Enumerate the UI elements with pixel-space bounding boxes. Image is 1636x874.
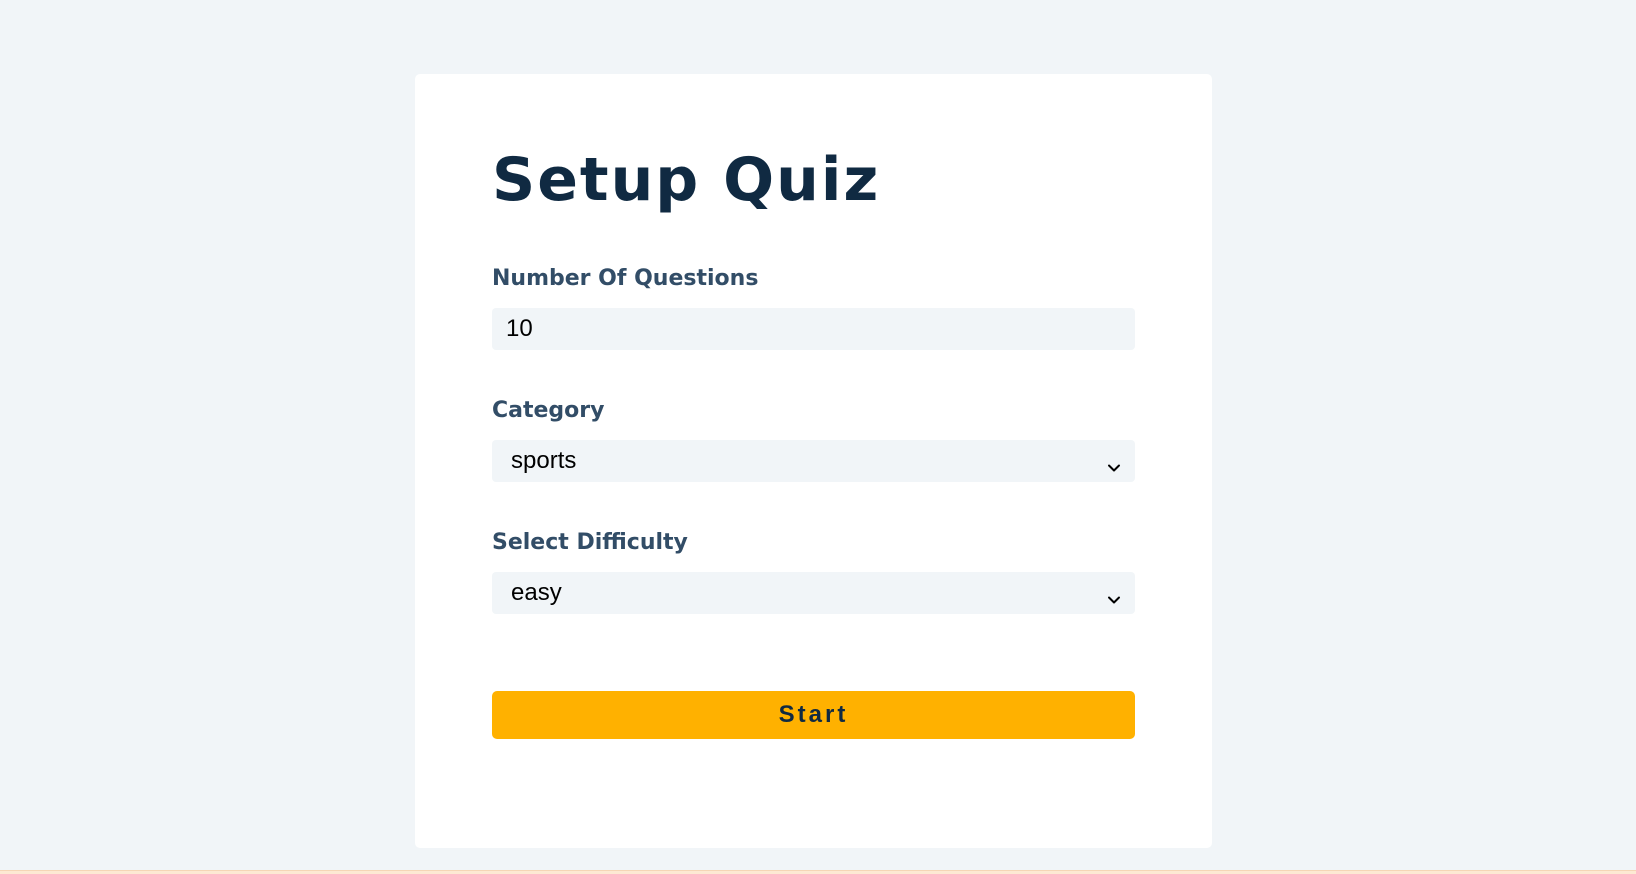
amount-input-value: 10: [506, 315, 533, 342]
category-select[interactable]: sports: [492, 440, 1135, 482]
difficulty-select[interactable]: easy: [492, 572, 1135, 614]
category-label: Category: [492, 398, 605, 423]
start-button[interactable]: Start: [492, 691, 1135, 739]
chevron-down-icon: [1107, 586, 1121, 604]
bottom-strip: [0, 870, 1636, 874]
difficulty-selected-value: easy: [511, 579, 562, 606]
amount-label: Number Of Questions: [492, 266, 759, 291]
amount-form-row: Number Of Questions 10: [492, 268, 1135, 350]
quiz-setup-card: Setup Quiz Number Of Questions 10 Catego…: [415, 74, 1212, 848]
difficulty-label: Select Difficulty: [492, 530, 688, 555]
page-title: Setup Quiz: [492, 145, 881, 215]
amount-input[interactable]: 10: [492, 308, 1135, 350]
category-selected-value: sports: [511, 447, 577, 474]
category-form-row: Category sports: [492, 400, 1135, 482]
chevron-down-icon: [1107, 454, 1121, 472]
difficulty-form-row: Select Difficulty easy: [492, 532, 1135, 614]
